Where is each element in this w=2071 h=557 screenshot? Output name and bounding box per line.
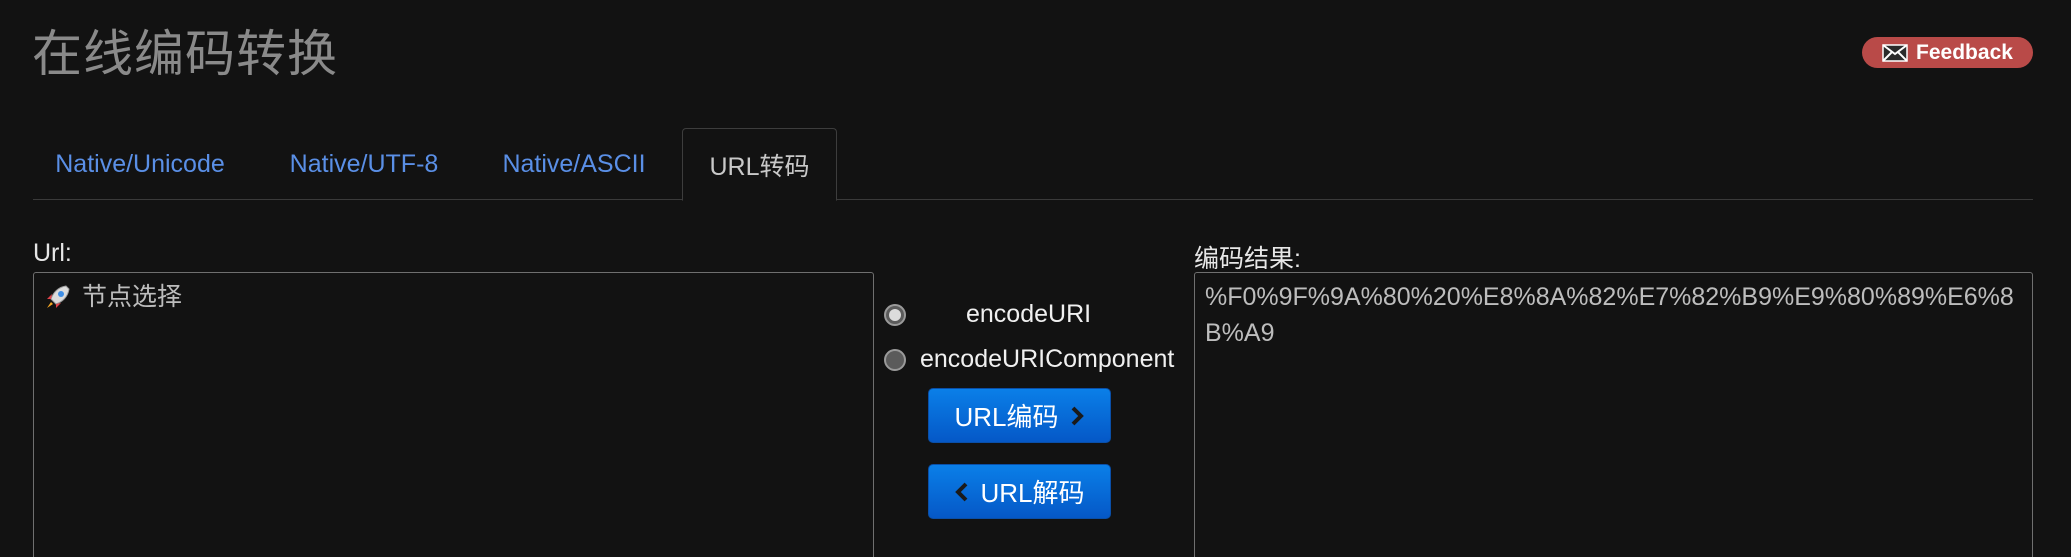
radio-encode-uri[interactable]	[884, 303, 906, 326]
url-label: Url:	[33, 239, 72, 267]
tab-native-utf8[interactable]: Native/UTF-8	[273, 128, 455, 200]
chevron-left-icon	[955, 482, 968, 501]
tab-native-ascii[interactable]: Native/ASCII	[480, 128, 668, 200]
tab-native-unicode[interactable]: Native/Unicode	[33, 128, 247, 200]
page: 在线编码转换 Feedback Native/Unicode Native/UT…	[0, 0, 2071, 557]
feedback-button[interactable]: Feedback	[1862, 37, 2033, 68]
tab-bar: Native/Unicode Native/UTF-8 Native/ASCII…	[33, 128, 2033, 201]
url-decode-label: URL解码	[980, 478, 1085, 508]
feedback-label: Feedback	[1916, 40, 2013, 64]
rocket-icon	[47, 285, 70, 308]
radio-encode-uri-component[interactable]	[884, 348, 906, 371]
url-input[interactable]: 节点选择	[33, 272, 874, 557]
result-output[interactable]: %F0%9F%9A%80%20%E8%8A%82%E7%82%B9%E9%80%…	[1194, 272, 2033, 557]
mail-icon	[1882, 43, 1908, 62]
chevron-right-icon	[1071, 406, 1084, 425]
url-input-value: 节点选择	[82, 283, 183, 311]
result-output-value: %F0%9F%9A%80%20%E8%8A%82%E7%82%B9%E9%80%…	[1205, 283, 2014, 347]
url-encode-button[interactable]: URL编码	[928, 388, 1111, 443]
page-title: 在线编码转换	[32, 25, 338, 83]
result-label: 编码结果:	[1194, 245, 1301, 273]
encode-uri-label: encodeURI	[966, 300, 1092, 328]
encode-uri-component-label: encodeURIComponent	[920, 345, 1175, 373]
option-encode-uri[interactable]: encodeURI	[884, 300, 1091, 329]
tab-url-transcode[interactable]: URL转码	[682, 128, 837, 201]
url-decode-button[interactable]: URL解码	[928, 464, 1111, 519]
option-encode-uri-component[interactable]: encodeURIComponent	[884, 345, 1174, 374]
url-encode-label: URL编码	[954, 402, 1059, 432]
